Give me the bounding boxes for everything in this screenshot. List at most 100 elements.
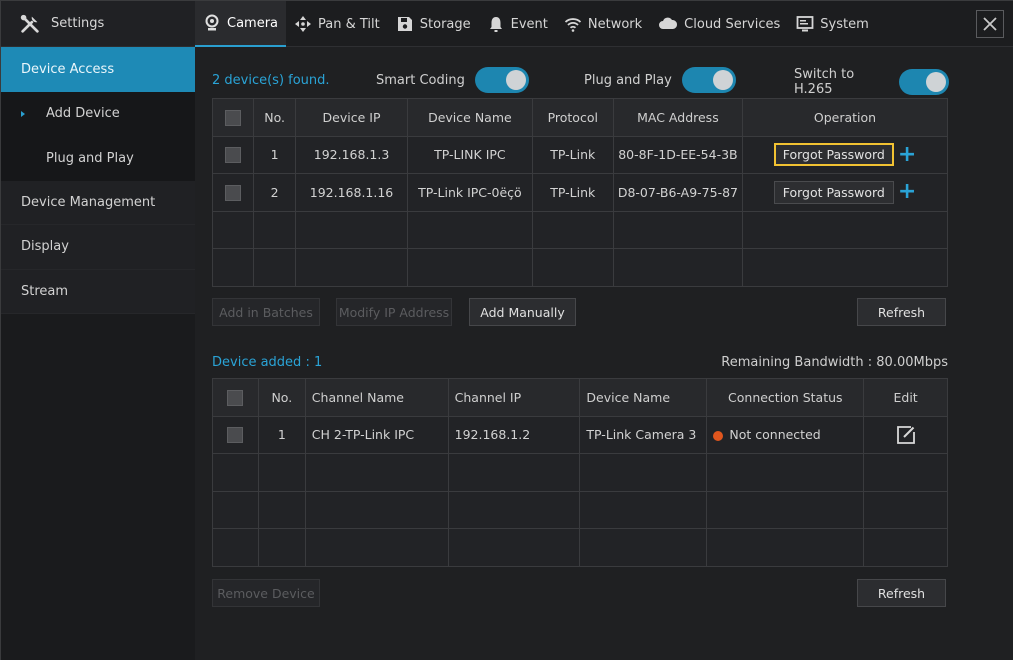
empty-row xyxy=(212,453,948,492)
sidebar-item-display[interactable]: Display xyxy=(1,225,195,270)
sidebar-item-stream[interactable]: Stream xyxy=(1,269,195,314)
tab-network[interactable]: Network xyxy=(556,1,650,47)
table-row[interactable]: 1 CH 2-TP-Link IPC 192.168.1.2 TP-Link C… xyxy=(212,415,948,454)
col-protocol: Protocol xyxy=(531,98,614,137)
settings-window: Settings Device Access Add Device Plug a… xyxy=(0,0,1013,660)
add-device-plus-icon[interactable]: + xyxy=(898,181,916,203)
edit-icon[interactable] xyxy=(896,425,916,445)
cloud-icon xyxy=(659,17,678,29)
tab-camera-label: Camera xyxy=(227,15,279,31)
add-in-batches-button[interactable]: Add in Batches xyxy=(212,298,320,326)
sidebar-item-add-device[interactable]: Add Device xyxy=(1,91,195,136)
cell-ip: 192.168.1.3 xyxy=(294,135,409,174)
cell-no: 2 xyxy=(253,173,296,212)
tab-storage[interactable]: Storage xyxy=(388,1,479,47)
refresh-added-button[interactable]: Refresh xyxy=(857,579,946,607)
cell-operation: Forgot Password + xyxy=(742,135,948,174)
pan-tilt-icon xyxy=(295,16,312,32)
search-bar: 2 device(s) found. Smart Coding Plug and… xyxy=(212,67,949,97)
col-channel-name: Channel Name xyxy=(304,378,449,417)
tab-cloud-services-label: Cloud Services xyxy=(684,16,781,32)
camera-icon xyxy=(205,14,219,31)
modify-ip-button[interactable]: Modify IP Address xyxy=(336,298,452,326)
row-checkbox[interactable] xyxy=(225,184,242,201)
added-devices-table: No. Channel Name Channel IP Device Name … xyxy=(212,378,948,567)
cell-mac: D8-07-B6-A9-75-87 xyxy=(612,173,744,212)
cell-channel-ip: 192.168.1.2 xyxy=(447,415,581,454)
sidebar-item-device-management[interactable]: Device Management xyxy=(1,180,195,225)
sidebar-header: Settings xyxy=(1,1,195,47)
tab-system-label: System xyxy=(820,16,869,32)
h265-group: Switch to H.265 xyxy=(794,67,949,97)
tab-pan-tilt-label: Pan & Tilt xyxy=(318,16,380,32)
tab-system[interactable]: System xyxy=(788,1,876,47)
empty-row xyxy=(212,490,948,529)
close-button[interactable] xyxy=(976,10,1004,38)
sidebar-item-device-access[interactable]: Device Access xyxy=(1,47,195,92)
top-nav: Camera Pan & Tilt Storage Event Network … xyxy=(195,1,1013,47)
col-no: No. xyxy=(253,98,296,137)
sidebar: Settings Device Access Add Device Plug a… xyxy=(1,1,195,660)
add-manually-button[interactable]: Add Manually xyxy=(469,298,576,326)
h265-toggle[interactable] xyxy=(899,69,949,95)
table-row[interactable]: 1 192.168.1.3 TP-LINK IPC TP-Link 80-8F-… xyxy=(211,135,948,174)
row-checkbox-cell xyxy=(212,415,259,454)
status-text: Not connected xyxy=(729,427,821,443)
tab-event[interactable]: Event xyxy=(479,1,556,47)
tab-cloud-services[interactable]: Cloud Services xyxy=(650,1,788,47)
add-device-plus-icon[interactable]: + xyxy=(898,143,916,165)
plug-play-toggle[interactable] xyxy=(681,67,736,93)
col-operation: Operation xyxy=(742,98,948,137)
cell-operation: Forgot Password + xyxy=(742,173,948,212)
tab-event-label: Event xyxy=(510,16,548,32)
cell-name: TP-LINK IPC xyxy=(407,135,533,174)
cell-edit xyxy=(863,415,948,454)
smart-coding-toggle[interactable] xyxy=(474,67,529,93)
cell-channel-name: CH 2-TP-Link IPC xyxy=(304,415,449,454)
remove-device-button[interactable]: Remove Device xyxy=(212,579,320,607)
col-device-name: Device Name xyxy=(579,378,708,417)
col-device-name: Device Name xyxy=(407,98,533,137)
cell-protocol: TP-Link xyxy=(531,135,614,174)
col-device-ip: Device IP xyxy=(294,98,409,137)
table-header-row: No. Device IP Device Name Protocol MAC A… xyxy=(211,98,948,137)
cell-protocol: TP-Link xyxy=(531,173,614,212)
close-icon xyxy=(983,17,997,31)
col-no: No. xyxy=(257,378,306,417)
bell-icon xyxy=(489,17,502,32)
storage-icon xyxy=(397,17,412,31)
select-all-checkbox[interactable] xyxy=(227,389,244,406)
forgot-password-button[interactable]: Forgot Password xyxy=(773,143,894,167)
smart-coding-label: Smart Coding xyxy=(376,72,465,88)
tab-network-label: Network xyxy=(587,16,643,32)
col-edit: Edit xyxy=(863,378,948,417)
col-mac-address: MAC Address xyxy=(612,98,744,137)
empty-row xyxy=(211,210,948,249)
plug-play-label: Plug and Play xyxy=(584,72,672,88)
select-all-checkbox[interactable] xyxy=(225,109,242,126)
tab-pan-tilt[interactable]: Pan & Tilt xyxy=(286,1,388,47)
col-connection-status: Connection Status xyxy=(706,378,865,417)
table-header-row: No. Channel Name Channel IP Device Name … xyxy=(212,378,948,417)
select-all-cell xyxy=(212,378,259,417)
sidebar-item-plug-and-play[interactable]: Plug and Play xyxy=(1,136,195,181)
cell-no: 1 xyxy=(253,135,296,174)
tab-camera[interactable]: Camera xyxy=(195,1,287,47)
row-checkbox[interactable] xyxy=(225,147,242,163)
empty-row xyxy=(212,528,948,567)
status-dot-icon xyxy=(713,430,724,441)
cell-connection-status: Not connected xyxy=(706,415,865,454)
forgot-password-button[interactable]: Forgot Password xyxy=(773,180,894,204)
empty-row xyxy=(211,248,948,287)
table-row[interactable]: 2 192.168.1.16 TP-Link IPC-0ëçö TP-Link … xyxy=(211,173,948,212)
h265-label: Switch to H.265 xyxy=(794,67,855,97)
refresh-found-button[interactable]: Refresh xyxy=(857,298,946,326)
settings-tools-icon xyxy=(20,14,39,33)
col-channel-ip: Channel IP xyxy=(447,378,581,417)
row-checkbox[interactable] xyxy=(227,427,244,443)
devices-found-text: 2 device(s) found. xyxy=(212,73,330,88)
remaining-bandwidth-text: Remaining Bandwidth : 80.00Mbps xyxy=(721,355,948,370)
cell-no: 1 xyxy=(257,415,306,454)
cell-mac: 80-8F-1D-EE-54-3B xyxy=(612,135,744,174)
row-checkbox-cell xyxy=(211,173,255,212)
